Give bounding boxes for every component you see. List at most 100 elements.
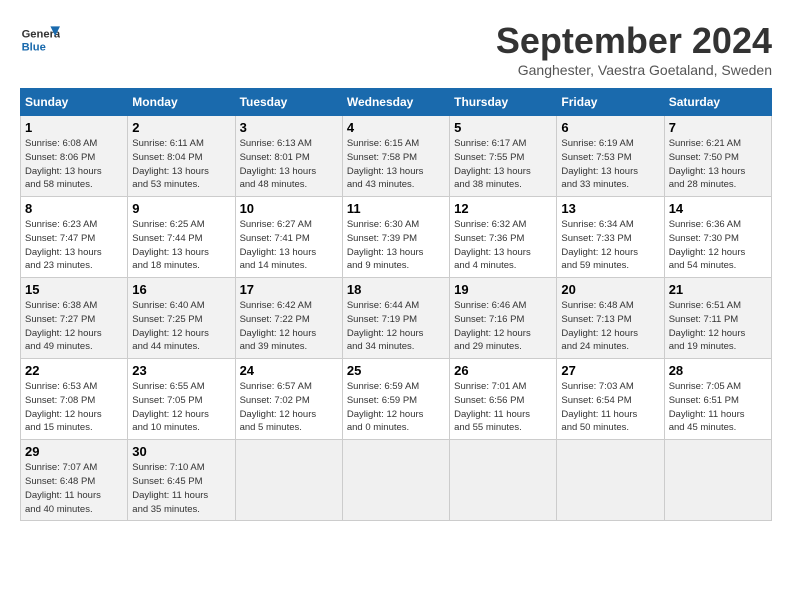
calendar-cell: 27 Sunrise: 7:03 AMSunset: 6:54 PMDayligh… xyxy=(557,359,664,440)
header: General Blue September 2024 Ganghester, … xyxy=(20,20,772,78)
day-number: 18 xyxy=(347,282,445,297)
calendar-cell: 3 Sunrise: 6:13 AMSunset: 8:01 PMDaylight… xyxy=(235,116,342,197)
day-info: Sunrise: 6:19 AMSunset: 7:53 PMDaylight:… xyxy=(561,137,659,192)
calendar-cell xyxy=(664,440,771,521)
day-info: Sunrise: 6:13 AMSunset: 8:01 PMDaylight:… xyxy=(240,137,338,192)
day-number: 14 xyxy=(669,201,767,216)
day-info: Sunrise: 7:05 AMSunset: 6:51 PMDaylight:… xyxy=(669,380,767,435)
calendar-cell: 1 Sunrise: 6:08 AMSunset: 8:06 PMDaylight… xyxy=(21,116,128,197)
calendar-cell: 11 Sunrise: 6:30 AMSunset: 7:39 PMDayligh… xyxy=(342,197,449,278)
day-info: Sunrise: 6:15 AMSunset: 7:58 PMDaylight:… xyxy=(347,137,445,192)
calendar-cell: 6 Sunrise: 6:19 AMSunset: 7:53 PMDaylight… xyxy=(557,116,664,197)
day-info: Sunrise: 6:32 AMSunset: 7:36 PMDaylight:… xyxy=(454,218,552,273)
calendar-title: September 2024 xyxy=(496,20,772,62)
day-info: Sunrise: 6:51 AMSunset: 7:11 PMDaylight:… xyxy=(669,299,767,354)
day-number: 9 xyxy=(132,201,230,216)
calendar-week-5: 29 Sunrise: 7:07 AMSunset: 6:48 PMDayligh… xyxy=(21,440,772,521)
calendar-cell xyxy=(450,440,557,521)
day-number: 23 xyxy=(132,363,230,378)
calendar-cell: 21 Sunrise: 6:51 AMSunset: 7:11 PMDayligh… xyxy=(664,278,771,359)
calendar-cell: 28 Sunrise: 7:05 AMSunset: 6:51 PMDayligh… xyxy=(664,359,771,440)
day-number: 25 xyxy=(347,363,445,378)
day-number: 27 xyxy=(561,363,659,378)
day-info: Sunrise: 6:44 AMSunset: 7:19 PMDaylight:… xyxy=(347,299,445,354)
calendar-cell: 29 Sunrise: 7:07 AMSunset: 6:48 PMDayligh… xyxy=(21,440,128,521)
day-number: 6 xyxy=(561,120,659,135)
day-info: Sunrise: 6:30 AMSunset: 7:39 PMDaylight:… xyxy=(347,218,445,273)
day-number: 12 xyxy=(454,201,552,216)
weekday-header-tuesday: Tuesday xyxy=(235,89,342,116)
calendar-cell: 13Sunrise: 6:34 AMSunset: 7:33 PMDayligh… xyxy=(557,197,664,278)
day-number: 4 xyxy=(347,120,445,135)
day-number: 5 xyxy=(454,120,552,135)
day-number: 3 xyxy=(240,120,338,135)
day-info: Sunrise: 6:53 AMSunset: 7:08 PMDaylight:… xyxy=(25,380,123,435)
calendar-cell: 18 Sunrise: 6:44 AMSunset: 7:19 PMDayligh… xyxy=(342,278,449,359)
calendar-week-2: 8 Sunrise: 6:23 AMSunset: 7:47 PMDaylight… xyxy=(21,197,772,278)
day-info: Sunrise: 6:48 AMSunset: 7:13 PMDaylight:… xyxy=(561,299,659,354)
logo: General Blue xyxy=(20,20,64,60)
calendar-cell: 23 Sunrise: 6:55 AMSunset: 7:05 PMDayligh… xyxy=(128,359,235,440)
day-info: Sunrise: 6:11 AMSunset: 8:04 PMDaylight:… xyxy=(132,137,230,192)
day-info: Sunrise: 7:10 AMSunset: 6:45 PMDaylight:… xyxy=(132,461,230,516)
title-block: September 2024 Ganghester, Vaestra Goeta… xyxy=(496,20,772,78)
day-info: Sunrise: 6:40 AMSunset: 7:25 PMDaylight:… xyxy=(132,299,230,354)
day-number: 20 xyxy=(561,282,659,297)
weekday-header-monday: Monday xyxy=(128,89,235,116)
calendar-cell xyxy=(235,440,342,521)
day-info: Sunrise: 6:17 AMSunset: 7:55 PMDaylight:… xyxy=(454,137,552,192)
svg-text:Blue: Blue xyxy=(22,41,46,53)
calendar-week-4: 22 Sunrise: 6:53 AMSunset: 7:08 PMDayligh… xyxy=(21,359,772,440)
calendar-cell: 25 Sunrise: 6:59 AMSunset: 6:59 PMDayligh… xyxy=(342,359,449,440)
day-info: Sunrise: 6:27 AMSunset: 7:41 PMDaylight:… xyxy=(240,218,338,273)
calendar-cell: 7Sunrise: 6:21 AMSunset: 7:50 PMDaylight… xyxy=(664,116,771,197)
calendar-cell: 30 Sunrise: 7:10 AMSunset: 6:45 PMDayligh… xyxy=(128,440,235,521)
day-info: Sunrise: 6:46 AMSunset: 7:16 PMDaylight:… xyxy=(454,299,552,354)
calendar-week-1: 1 Sunrise: 6:08 AMSunset: 8:06 PMDaylight… xyxy=(21,116,772,197)
day-info: Sunrise: 6:08 AMSunset: 8:06 PMDaylight:… xyxy=(25,137,123,192)
calendar-cell xyxy=(557,440,664,521)
day-info: Sunrise: 7:07 AMSunset: 6:48 PMDaylight:… xyxy=(25,461,123,516)
calendar-cell: 26 Sunrise: 7:01 AMSunset: 6:56 PMDayligh… xyxy=(450,359,557,440)
weekday-header-sunday: Sunday xyxy=(21,89,128,116)
day-info: Sunrise: 6:59 AMSunset: 6:59 PMDaylight:… xyxy=(347,380,445,435)
calendar-cell: 17Sunrise: 6:42 AMSunset: 7:22 PMDayligh… xyxy=(235,278,342,359)
day-info: Sunrise: 7:03 AMSunset: 6:54 PMDaylight:… xyxy=(561,380,659,435)
day-info: Sunrise: 6:23 AMSunset: 7:47 PMDaylight:… xyxy=(25,218,123,273)
day-number: 28 xyxy=(669,363,767,378)
calendar-cell: 24Sunrise: 6:57 AMSunset: 7:02 PMDayligh… xyxy=(235,359,342,440)
calendar-cell: 8 Sunrise: 6:23 AMSunset: 7:47 PMDaylight… xyxy=(21,197,128,278)
day-number: 29 xyxy=(25,444,123,459)
day-number: 22 xyxy=(25,363,123,378)
day-number: 1 xyxy=(25,120,123,135)
calendar-cell xyxy=(342,440,449,521)
calendar-cell: 10Sunrise: 6:27 AMSunset: 7:41 PMDayligh… xyxy=(235,197,342,278)
day-info: Sunrise: 6:55 AMSunset: 7:05 PMDaylight:… xyxy=(132,380,230,435)
day-number: 26 xyxy=(454,363,552,378)
day-info: Sunrise: 6:21 AMSunset: 7:50 PMDaylight:… xyxy=(669,137,767,192)
calendar-cell: 5 Sunrise: 6:17 AMSunset: 7:55 PMDaylight… xyxy=(450,116,557,197)
calendar-week-3: 15Sunrise: 6:38 AMSunset: 7:27 PMDayligh… xyxy=(21,278,772,359)
day-info: Sunrise: 6:42 AMSunset: 7:22 PMDaylight:… xyxy=(240,299,338,354)
weekday-header-friday: Friday xyxy=(557,89,664,116)
day-info: Sunrise: 6:25 AMSunset: 7:44 PMDaylight:… xyxy=(132,218,230,273)
weekday-header-saturday: Saturday xyxy=(664,89,771,116)
calendar-cell: 2Sunrise: 6:11 AMSunset: 8:04 PMDaylight… xyxy=(128,116,235,197)
day-number: 30 xyxy=(132,444,230,459)
day-number: 8 xyxy=(25,201,123,216)
day-number: 19 xyxy=(454,282,552,297)
day-number: 21 xyxy=(669,282,767,297)
calendar-cell: 20 Sunrise: 6:48 AMSunset: 7:13 PMDayligh… xyxy=(557,278,664,359)
day-info: Sunrise: 6:34 AMSunset: 7:33 PMDaylight:… xyxy=(561,218,659,273)
day-info: Sunrise: 7:01 AMSunset: 6:56 PMDaylight:… xyxy=(454,380,552,435)
day-number: 15 xyxy=(25,282,123,297)
calendar-cell: 9 Sunrise: 6:25 AMSunset: 7:44 PMDaylight… xyxy=(128,197,235,278)
calendar-cell: 12 Sunrise: 6:32 AMSunset: 7:36 PMDayligh… xyxy=(450,197,557,278)
day-info: Sunrise: 6:36 AMSunset: 7:30 PMDaylight:… xyxy=(669,218,767,273)
calendar-cell: 16Sunrise: 6:40 AMSunset: 7:25 PMDayligh… xyxy=(128,278,235,359)
calendar-cell: 19 Sunrise: 6:46 AMSunset: 7:16 PMDayligh… xyxy=(450,278,557,359)
day-number: 24 xyxy=(240,363,338,378)
calendar-cell: 15Sunrise: 6:38 AMSunset: 7:27 PMDayligh… xyxy=(21,278,128,359)
day-number: 11 xyxy=(347,201,445,216)
calendar-table: SundayMondayTuesdayWednesdayThursdayFrid… xyxy=(20,88,772,521)
